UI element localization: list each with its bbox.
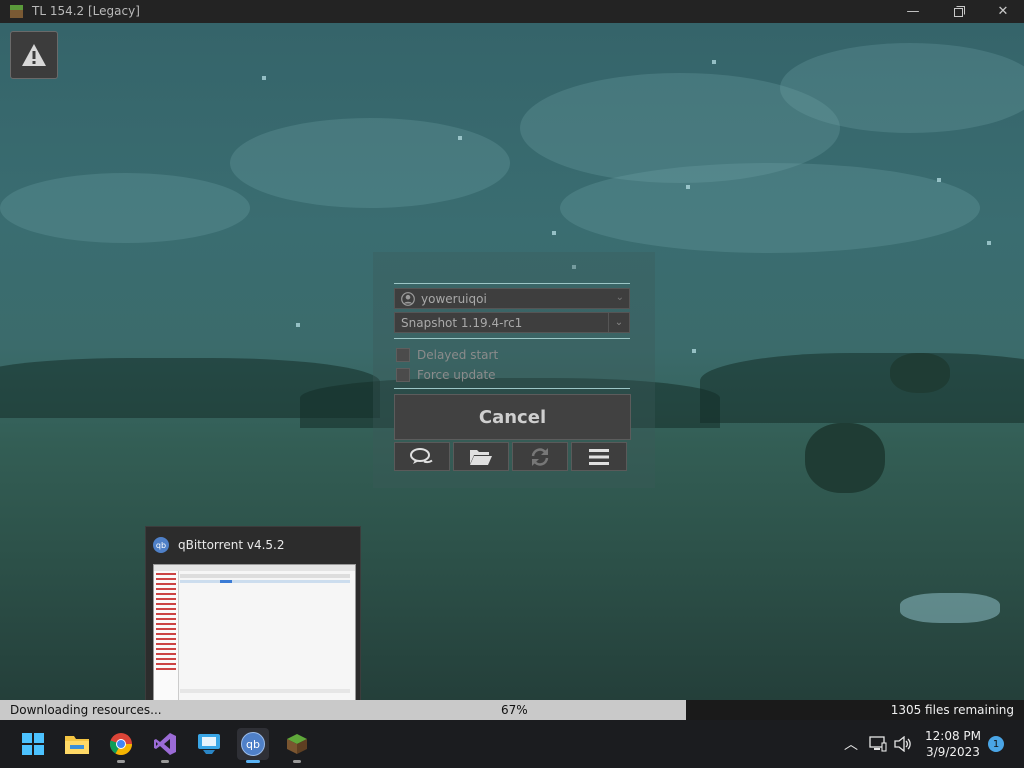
running-indicator (117, 760, 125, 763)
version-name: Snapshot 1.19.4-rc1 (401, 316, 523, 330)
force-update-option[interactable]: Force update (396, 367, 496, 383)
app-cube-icon (10, 5, 23, 18)
force-update-label: Force update (417, 368, 496, 382)
taskbar-visual-studio[interactable] (149, 728, 181, 763)
folder-button[interactable] (453, 442, 509, 471)
warning-icon (22, 44, 46, 66)
clock[interactable]: 12:08 PM 3/9/2023 (922, 728, 984, 760)
chat-icon (410, 447, 433, 464)
file-explorer-icon (65, 736, 89, 754)
folder-icon (470, 449, 492, 465)
app-icon (198, 734, 220, 754)
minimize-button[interactable]: — (890, 0, 936, 23)
preview-thumbnail (153, 564, 356, 702)
refresh-button[interactable] (512, 442, 568, 471)
taskbar-app[interactable] (193, 728, 225, 760)
close-button[interactable]: ✕ (980, 0, 1024, 23)
qbittorrent-preview[interactable]: qb qBittorrent v4.5.2 (145, 526, 361, 708)
volume-button[interactable] (893, 720, 913, 768)
cancel-button[interactable]: Cancel (394, 394, 631, 440)
chevron-up-icon: ︿ (844, 737, 858, 753)
network-button[interactable] (868, 720, 888, 768)
running-indicator (161, 760, 169, 763)
delayed-start-option[interactable]: Delayed start (396, 347, 498, 363)
visual-studio-icon (154, 733, 176, 755)
menu-button[interactable] (571, 442, 627, 471)
maximize-button[interactable] (936, 0, 982, 23)
close-icon: ✕ (997, 4, 1009, 19)
account-select[interactable]: yoweruiqoi ⌄ (394, 288, 630, 309)
preview-title: qBittorrent v4.5.2 (178, 538, 285, 552)
notification-badge[interactable]: 1 (988, 736, 1004, 752)
delayed-start-label: Delayed start (417, 348, 499, 362)
active-indicator (246, 760, 260, 763)
minimize-icon: — (906, 4, 920, 19)
separator (394, 388, 630, 389)
running-indicator (293, 760, 301, 763)
progress-status: Downloading resources... (10, 703, 162, 717)
download-progress-bar: Downloading resources... 67% 1305 files … (0, 700, 1024, 720)
volume-icon (894, 736, 911, 752)
chat-button[interactable] (394, 442, 450, 471)
clock-time: 12:08 PM (925, 729, 981, 743)
qbittorrent-icon: qb (241, 732, 265, 756)
clock-date: 3/9/2023 (926, 745, 980, 759)
chevron-down-icon: ⌄ (615, 292, 624, 303)
window-titlebar: TL 154.2 [Legacy] — ✕ (0, 0, 1024, 23)
delayed-start-checkbox[interactable] (396, 348, 410, 362)
progress-percent: 67% (501, 703, 528, 717)
restore-icon (953, 6, 965, 17)
chevron-down-icon[interactable]: ⌄ (608, 313, 629, 332)
force-update-checkbox[interactable] (396, 368, 410, 382)
taskbar-chrome[interactable] (105, 728, 137, 763)
separator (394, 283, 630, 284)
taskbar-minecraft[interactable] (281, 728, 313, 763)
qbittorrent-icon: qb (153, 537, 169, 553)
version-select[interactable]: Snapshot 1.19.4-rc1 ⌄ (394, 312, 630, 333)
minecraft-icon (287, 734, 307, 754)
refresh-icon (531, 447, 549, 466)
files-remaining: 1305 files remaining (890, 703, 1014, 717)
start-button[interactable] (17, 728, 49, 760)
windows-taskbar: qb ︿ 12:08 PM 3/9/2023 (0, 720, 1024, 768)
windows-start-icon (22, 733, 44, 755)
chrome-icon (109, 733, 132, 755)
window-title: TL 154.2 [Legacy] (32, 4, 140, 18)
account-name: yoweruiqoi (421, 292, 487, 306)
warning-button[interactable] (10, 31, 58, 79)
taskbar-file-explorer[interactable] (61, 728, 93, 760)
show-hidden-icons-button[interactable]: ︿ (842, 720, 860, 768)
menu-icon (589, 448, 609, 465)
separator (394, 338, 630, 339)
taskbar-qbittorrent[interactable]: qb (237, 728, 269, 763)
user-icon (401, 292, 415, 306)
network-icon (869, 736, 887, 752)
